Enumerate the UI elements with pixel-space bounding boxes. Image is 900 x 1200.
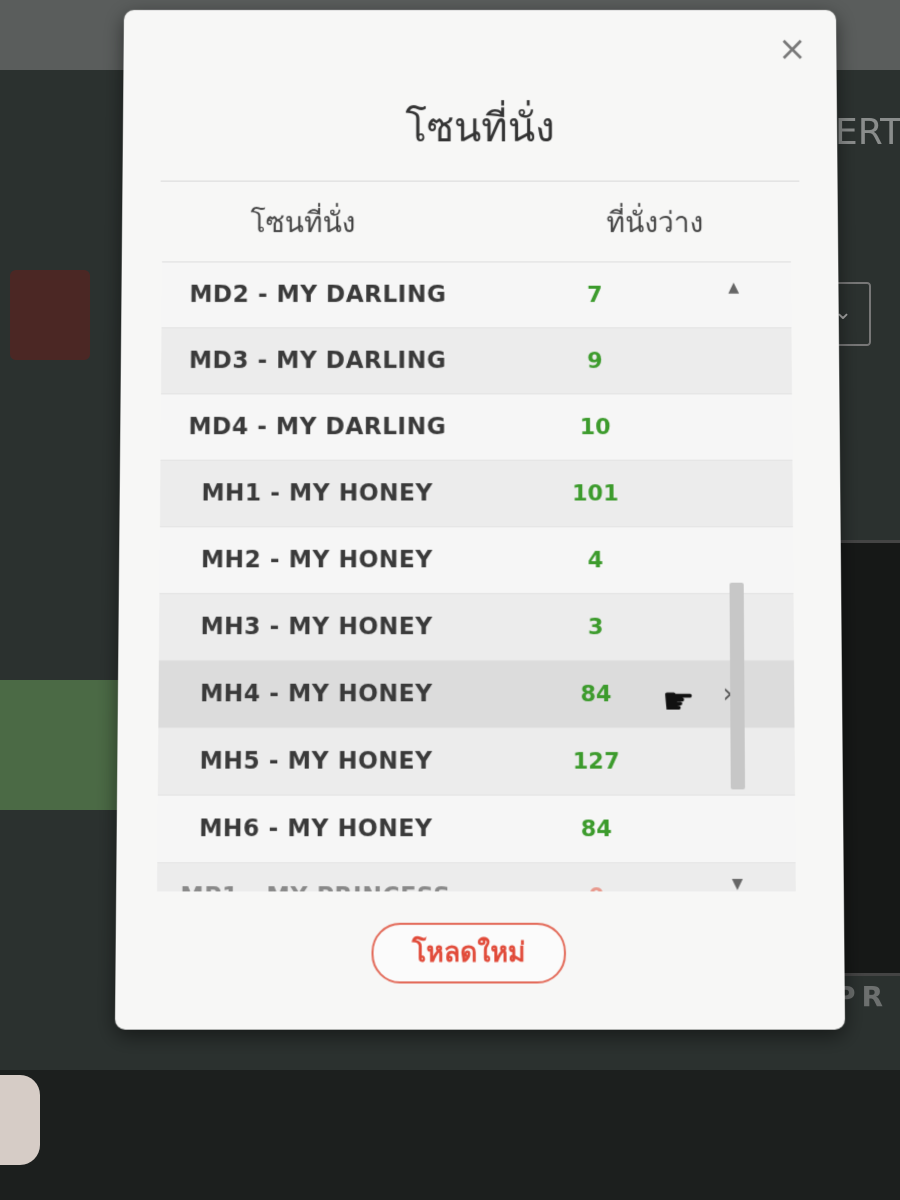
scroll-up-arrow-icon[interactable]: ▲ [724,280,744,296]
zone-name: MD3 - MY DARLING [188,347,447,375]
zone-row[interactable]: MD4 - MY DARLING 10 [160,394,793,461]
available-count: 10 [579,414,611,440]
zone-row[interactable]: MD3 - MY DARLING 9 [160,328,792,395]
reload-button[interactable]: โหลดใหม่ [371,922,567,984]
zone-row[interactable]: MH6 - MY HONEY 84 [157,795,796,864]
background-event-poster [10,270,90,360]
available-count: 4 [587,547,604,573]
zone-row[interactable]: MP1 - MY PRINCESS 0 [157,863,796,892]
zone-name: MD2 - MY DARLING [189,281,447,309]
available-count: 127 [572,748,620,775]
available-count: 3 [587,614,604,640]
hand-cursor-icon: ☛ [661,680,696,724]
available-count: 84 [580,681,612,707]
zone-row[interactable]: MH2 - MY HONEY 4 [159,527,794,595]
available-count: 7 [587,282,603,308]
zone-list[interactable]: MD2 - MY DARLING 7 MD3 - MY DARLING 9 MD… [157,261,796,892]
zone-name: MP1 - MY PRINCESS [157,883,474,891]
modal-title: โซนที่นั่ง [405,105,555,152]
seat-zone-modal: × โซนที่นั่ง โซนที่นั่ง ที่นั่งว่าง MD2 … [114,10,846,1030]
zone-name: MH3 - MY HONEY [200,613,433,641]
available-count: 0 [545,884,647,892]
available-count: 101 [572,480,619,507]
zone-name: MD4 - MY DARLING [188,413,447,441]
column-header-available: ที่นั่งว่าง [606,205,704,240]
scroll-down-arrow-icon[interactable]: ▼ [727,876,748,893]
column-header-zone: โซนที่นั่ง [250,205,356,240]
zone-name: MH1 - MY HONEY [201,480,433,507]
zone-name: MH6 - MY HONEY [198,815,433,843]
zone-name: MH5 - MY HONEY [199,747,433,775]
zone-row[interactable]: MD2 - MY DARLING 7 [161,262,792,329]
scrollbar-thumb[interactable] [729,582,746,790]
available-count: 9 [587,348,603,374]
divider [160,180,800,182]
available-count: 84 [580,815,612,842]
zone-row[interactable]: MH1 - MY HONEY 101 [159,460,793,528]
zone-row[interactable]: MH5 - MY HONEY 127 [157,728,796,796]
close-icon[interactable]: × [776,29,808,69]
zone-row[interactable]: MH3 - MY HONEY 3 [158,594,795,662]
background-avatar [0,1075,40,1165]
zone-name: MH4 - MY HONEY [199,680,433,708]
zone-name: MH2 - MY HONEY [200,546,433,574]
background-header-text: ERT [835,112,900,153]
background-bottom-bar [0,1070,900,1200]
list-scrollbar[interactable] [724,261,748,890]
zone-row-hovered[interactable]: MH4 - MY HONEY 84 › [158,661,795,729]
